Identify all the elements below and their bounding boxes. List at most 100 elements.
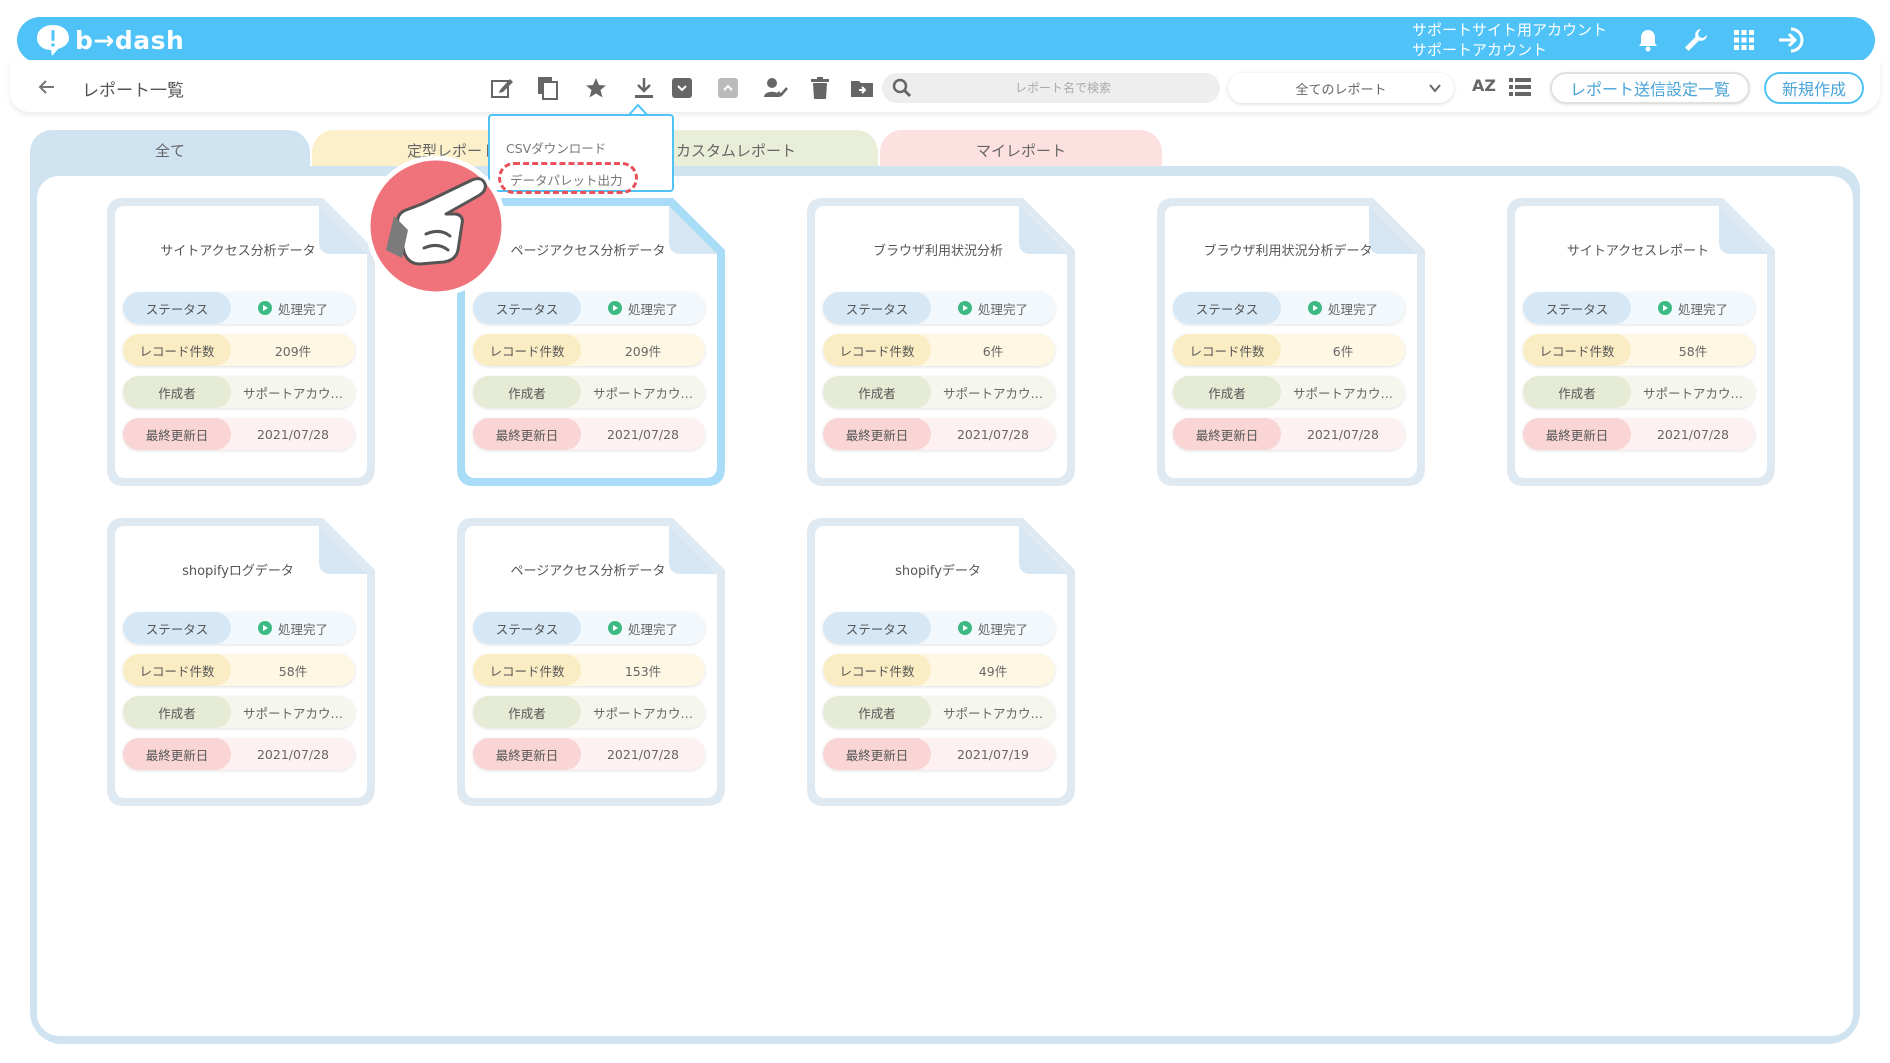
edit-icon[interactable] bbox=[488, 74, 516, 102]
star-icon[interactable] bbox=[582, 74, 610, 102]
back-arrow-icon[interactable] bbox=[36, 76, 58, 98]
logout-icon[interactable] bbox=[1777, 25, 1807, 55]
report-card-4[interactable]: ブラウザ利用状況分析データ ステータス 処理完了 レコード件数 6件 作成者 サ… bbox=[1155, 196, 1425, 488]
play-circle-icon bbox=[257, 301, 272, 315]
unarchive-icon[interactable] bbox=[714, 74, 742, 102]
status-text: 処理完了 bbox=[1327, 301, 1378, 317]
play-circle-icon bbox=[257, 621, 272, 635]
highlight-ring bbox=[498, 162, 638, 194]
status-value: 処理完了 bbox=[581, 292, 705, 324]
status-row: ステータス 処理完了 bbox=[473, 612, 705, 644]
archive-icon[interactable] bbox=[668, 74, 696, 102]
updated-value: 2021/07/28 bbox=[256, 426, 330, 442]
copy-icon[interactable] bbox=[534, 74, 562, 102]
tab-all[interactable]: 全て bbox=[30, 130, 310, 170]
status-text: 処理完了 bbox=[1677, 301, 1728, 317]
status-label: ステータス bbox=[823, 292, 931, 324]
record-count-row: レコード件数 49件 bbox=[823, 654, 1055, 686]
updated-row: 最終更新日 2021/07/28 bbox=[473, 418, 705, 450]
updated-value: 2021/07/19 bbox=[956, 746, 1030, 762]
report-card-title: ブラウザ利用状況分析 bbox=[872, 244, 1003, 259]
status-row: ステータス 処理完了 bbox=[1523, 292, 1755, 324]
menu-item-csv-download[interactable]: CSVダウンロード bbox=[506, 138, 606, 157]
author-label: 作成者 bbox=[123, 696, 231, 728]
record-count-value: 153件 bbox=[624, 663, 662, 679]
author-label: 作成者 bbox=[823, 376, 931, 408]
wrench-icon[interactable] bbox=[1681, 25, 1711, 55]
tab-my-report[interactable]: マイレポート bbox=[880, 130, 1162, 170]
record-count-label: レコード件数 bbox=[473, 334, 581, 366]
updated-label: 最終更新日 bbox=[1523, 418, 1631, 450]
report-send-settings-button[interactable]: レポート送信設定一覧 bbox=[1550, 72, 1750, 104]
author-label: 作成者 bbox=[823, 696, 931, 728]
logo[interactable]: b→dash bbox=[35, 23, 184, 57]
user-check-icon[interactable] bbox=[762, 74, 790, 102]
status-label: ステータス bbox=[1523, 292, 1631, 324]
search-input[interactable] bbox=[918, 76, 1208, 100]
record-count-row: レコード件数 58件 bbox=[1523, 334, 1755, 366]
record-count-value: 6件 bbox=[1332, 343, 1354, 359]
author-label: 作成者 bbox=[1523, 376, 1631, 408]
status-row: ステータス 処理完了 bbox=[823, 612, 1055, 644]
status-text: 処理完了 bbox=[977, 301, 1028, 317]
updated-label: 最終更新日 bbox=[473, 738, 581, 770]
updated-label: 最終更新日 bbox=[823, 418, 931, 450]
updated-label: 最終更新日 bbox=[123, 418, 231, 450]
report-filter-select[interactable]: 全てのレポート bbox=[1228, 73, 1454, 103]
trash-icon[interactable] bbox=[806, 74, 834, 102]
author-row: 作成者 サポートアカウ… bbox=[123, 696, 355, 728]
author-row: 作成者 サポートアカウ… bbox=[823, 376, 1055, 408]
updated-value: 2021/07/28 bbox=[606, 426, 680, 442]
status-row: ステータス 処理完了 bbox=[1173, 292, 1405, 324]
apps-grid-icon[interactable] bbox=[1729, 25, 1759, 55]
author-value: サポートアカウ… bbox=[592, 385, 693, 401]
status-value: 処理完了 bbox=[231, 612, 355, 644]
report-card-title: サイトアクセスレポート bbox=[1566, 244, 1710, 259]
report-card-title: shopifyデータ bbox=[895, 564, 981, 579]
updated-value: 2021/07/28 bbox=[606, 746, 680, 762]
author-label: 作成者 bbox=[123, 376, 231, 408]
play-circle-icon bbox=[957, 301, 972, 315]
status-value: 処理完了 bbox=[1281, 292, 1405, 324]
author-value: サポートアカウ… bbox=[242, 385, 343, 401]
report-card-title: shopifyログデータ bbox=[182, 564, 294, 579]
download-icon[interactable] bbox=[630, 74, 658, 102]
record-count-label: レコード件数 bbox=[823, 334, 931, 366]
status-label: ステータス bbox=[123, 292, 231, 324]
author-value: サポートアカウ… bbox=[942, 385, 1043, 401]
new-report-button[interactable]: 新規作成 bbox=[1764, 72, 1864, 104]
record-count-label: レコード件数 bbox=[123, 654, 231, 686]
author-label: 作成者 bbox=[473, 696, 581, 728]
author-value: サポートアカウ… bbox=[592, 705, 693, 721]
sort-az-button[interactable]: AZ bbox=[1472, 76, 1496, 95]
updated-value: 2021/07/28 bbox=[1306, 426, 1380, 442]
report-card-3[interactable]: ブラウザ利用状況分析 ステータス 処理完了 レコード件数 6件 作成者 サポート… bbox=[805, 196, 1075, 488]
report-card-6[interactable]: shopifyログデータ ステータス 処理完了 レコード件数 58件 作成者 サ… bbox=[105, 516, 375, 808]
play-circle-icon bbox=[1307, 301, 1322, 315]
record-count-value: 209件 bbox=[624, 343, 662, 359]
report-filter-value: 全てのレポート bbox=[1295, 82, 1387, 98]
chevron-down-icon bbox=[1429, 84, 1441, 93]
status-row: ステータス 処理完了 bbox=[823, 292, 1055, 324]
record-count-label: レコード件数 bbox=[1523, 334, 1631, 366]
record-count-value: 209件 bbox=[274, 343, 312, 359]
report-card-7[interactable]: ページアクセス分析データ ステータス 処理完了 レコード件数 153件 作成者 … bbox=[455, 516, 725, 808]
author-row: 作成者 サポートアカウ… bbox=[473, 696, 705, 728]
report-card-5[interactable]: サイトアクセスレポート ステータス 処理完了 レコード件数 58件 作成者 サポ… bbox=[1505, 196, 1775, 488]
logo-text: b→dash bbox=[75, 25, 185, 55]
record-count-row: レコード件数 6件 bbox=[1173, 334, 1405, 366]
folder-move-icon[interactable] bbox=[848, 74, 876, 102]
bell-icon[interactable] bbox=[1633, 25, 1663, 55]
list-view-icon[interactable] bbox=[1508, 76, 1532, 98]
account-site-name: サポートサイト用アカウント bbox=[1412, 21, 1608, 39]
status-text: 処理完了 bbox=[277, 301, 328, 317]
updated-label: 最終更新日 bbox=[823, 738, 931, 770]
account-info[interactable]: サポートサイト用アカウント サポートアカウント bbox=[1412, 20, 1607, 60]
updated-value: 2021/07/28 bbox=[956, 426, 1030, 442]
report-card-8[interactable]: shopifyデータ ステータス 処理完了 レコード件数 49件 作成者 サポー… bbox=[805, 516, 1075, 808]
status-text: 処理完了 bbox=[277, 621, 328, 637]
app-header: b→dash サポートサイト用アカウント サポートアカウント bbox=[17, 17, 1875, 63]
updated-label: 最終更新日 bbox=[1173, 418, 1281, 450]
play-circle-icon bbox=[607, 621, 622, 635]
report-card-1[interactable]: サイトアクセス分析データ ステータス 処理完了 レコード件数 209件 作成者 … bbox=[105, 196, 375, 488]
